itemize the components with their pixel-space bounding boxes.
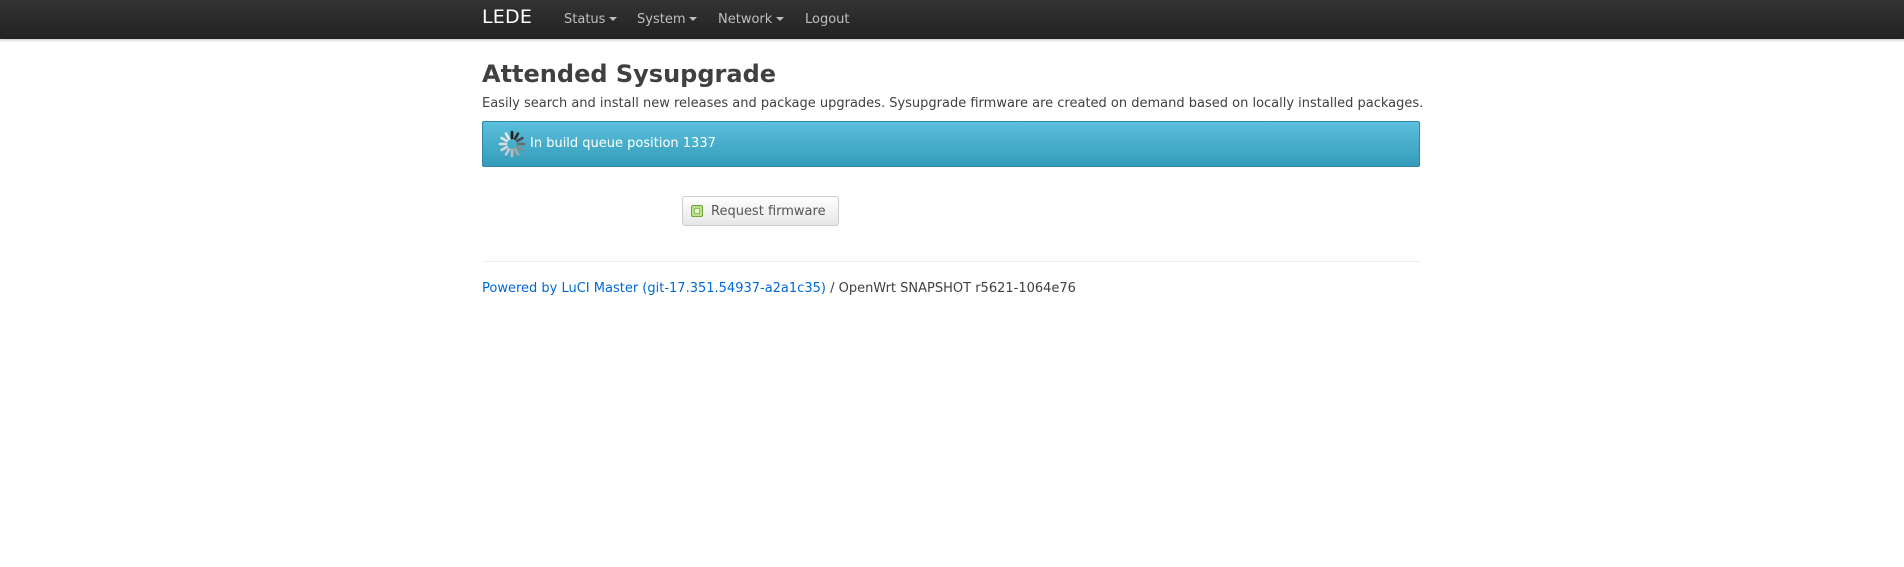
nav-network-menu[interactable]: Network — [718, 12, 785, 27]
chevron-down-icon — [609, 16, 618, 21]
page-footer: Powered by LuCI Master (git-17.351.54937… — [482, 281, 1076, 296]
footer-divider — [482, 261, 1420, 262]
openwrt-version-text: / OpenWrt SNAPSHOT r5621-1064e76 — [830, 281, 1076, 296]
nav-logout-link[interactable]: Logout — [805, 12, 850, 27]
request-firmware-label: Request firmware — [711, 204, 826, 219]
loading-spinner-icon — [498, 130, 526, 158]
page-description: Easily search and install new releases a… — [482, 96, 1424, 111]
nav-system-label: System — [637, 12, 686, 27]
chevron-down-icon — [689, 16, 698, 21]
page-title: Attended Sysupgrade — [482, 60, 777, 88]
nav-status-menu[interactable]: Status — [564, 12, 618, 27]
nav-status-label: Status — [564, 12, 606, 27]
build-status-alert: In build queue position 1337 — [482, 121, 1420, 167]
apply-icon — [691, 205, 703, 217]
brand-logo[interactable]: LEDE — [482, 6, 532, 28]
top-navbar: LEDE Status System Network Logout — [0, 0, 1904, 39]
build-queue-status-text: In build queue position 1337 — [530, 136, 716, 151]
request-firmware-button[interactable]: Request firmware — [682, 196, 839, 226]
chevron-down-icon — [776, 16, 785, 21]
nav-network-label: Network — [718, 12, 773, 27]
nav-logout-label: Logout — [805, 12, 850, 27]
luci-version-link[interactable]: Powered by LuCI Master (git-17.351.54937… — [482, 281, 826, 296]
nav-system-menu[interactable]: System — [637, 12, 698, 27]
